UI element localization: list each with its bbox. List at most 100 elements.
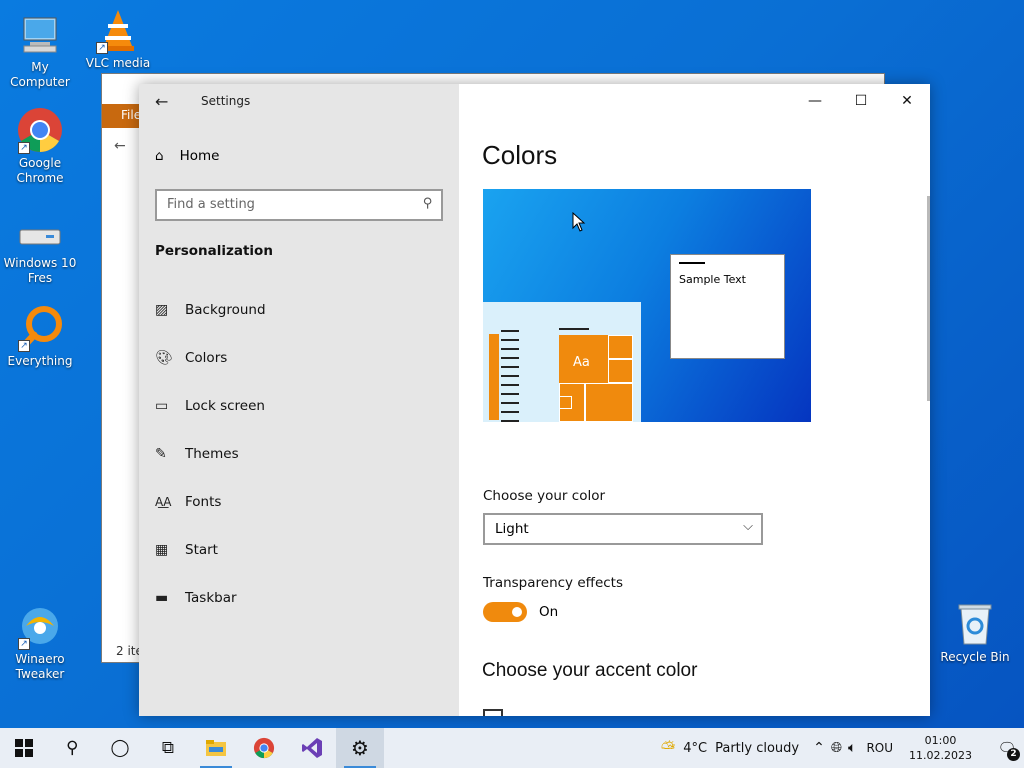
start-button[interactable]: [0, 728, 48, 768]
chrome-icon: [253, 737, 275, 759]
color-mode-select[interactable]: Light ⌵: [483, 513, 763, 545]
cortana-button[interactable]: ◯: [96, 728, 144, 768]
nav-item-colors[interactable]: 🎨︎ Colors: [155, 350, 227, 366]
app-title: Settings: [201, 94, 251, 108]
tray-icons: ⌃ 🌐︎ 🔈︎: [813, 740, 856, 756]
desktop-icon-chrome[interactable]: ↗ Google Chrome: [0, 106, 80, 186]
choose-color-label: Choose your color: [483, 488, 606, 504]
minimize-icon[interactable]: —: [792, 84, 838, 118]
search-placeholder: Find a setting: [167, 197, 255, 212]
theme-preview: Sample Text Aa: [483, 189, 811, 422]
preview-sample-window: Sample Text: [670, 254, 785, 359]
gear-icon: ⚙: [351, 736, 369, 760]
nav-item-background[interactable]: ▨ Background: [155, 302, 266, 318]
toggle-knob: [512, 607, 522, 617]
volume-icon[interactable]: 🔈︎: [848, 740, 856, 756]
nav-item-lock-screen[interactable]: ▭ Lock screen: [155, 398, 265, 414]
notification-count: 2: [1007, 748, 1020, 761]
desktop-icon-label: Winaero Tweaker: [15, 652, 65, 681]
taskbar-file-explorer[interactable]: [192, 728, 240, 768]
back-arrow-icon[interactable]: ←: [114, 138, 126, 154]
weather-text: Partly cloudy: [715, 740, 800, 756]
desktop-icon-everything[interactable]: ↗ Everything: [0, 304, 80, 369]
chevron-down-icon: ⌵: [743, 519, 753, 534]
shortcut-arrow-icon: ↗: [18, 142, 30, 154]
everything-icon: ↗: [16, 304, 64, 352]
accent-heading: Choose your accent color: [482, 660, 698, 681]
image-icon: ▨: [155, 302, 169, 318]
desktop-icon-label: Windows 10 Fres: [3, 256, 77, 285]
palette-icon: 🎨︎: [155, 350, 173, 366]
nav-item-fonts[interactable]: A͟A Fonts: [155, 494, 221, 510]
cortana-icon: ◯: [110, 738, 130, 758]
language-indicator[interactable]: ROU: [866, 741, 893, 755]
back-arrow-icon[interactable]: ←: [155, 92, 168, 111]
lock-screen-icon: ▭: [155, 398, 169, 414]
scrollbar[interactable]: [927, 196, 930, 401]
shortcut-arrow-icon: ↗: [18, 340, 30, 352]
nav-item-taskbar[interactable]: ▬ Taskbar: [155, 590, 237, 606]
network-icon[interactable]: 🌐︎: [831, 740, 842, 756]
nav-item-label: Themes: [185, 446, 239, 462]
notification-center-button[interactable]: 🗨︎ 2: [990, 739, 1024, 761]
taskbar-icon: ▬: [155, 590, 169, 606]
title-bar: ← Settings: [139, 84, 459, 118]
page-title: Colors: [482, 140, 558, 170]
desktop-icon-label: Everything: [7, 354, 73, 368]
nav-item-themes[interactable]: ✎ Themes: [155, 446, 239, 462]
desktop-icon-my-computer[interactable]: My Computer: [0, 10, 80, 90]
settings-window[interactable]: ← Settings ⌂ Home Find a setting ⚲ Perso…: [139, 84, 930, 716]
task-view-button[interactable]: ⧉: [144, 728, 192, 768]
task-view-icon: ⧉: [161, 738, 175, 758]
preview-tiles: Aa: [559, 335, 633, 422]
taskbar-chrome[interactable]: [240, 728, 288, 768]
chevron-up-icon[interactable]: ⌃: [813, 740, 825, 756]
recycle-bin-icon: [951, 600, 999, 648]
nav-item-label: Background: [185, 302, 266, 318]
desktop-icon-label: Google Chrome: [16, 156, 64, 185]
auto-accent-checkbox[interactable]: [483, 709, 503, 716]
clock-date: 11.02.2023: [909, 749, 972, 762]
maximize-icon[interactable]: ☐: [838, 84, 884, 118]
ribbon-file-tab[interactable]: File: [102, 104, 142, 128]
settings-content: — ☐ ✕ Colors Sample Text Aa Choose your …: [459, 84, 930, 716]
preview-tile-header: [559, 328, 589, 330]
desktop-icon-winaero[interactable]: ↗ Winaero Tweaker: [0, 602, 80, 682]
nav-item-label: Taskbar: [185, 590, 237, 606]
transparency-toggle[interactable]: [483, 602, 527, 622]
desktop-icon-windows10[interactable]: Windows 10 Fres: [0, 218, 80, 286]
clock[interactable]: 01:00 11.02.2023: [909, 733, 972, 763]
nav-item-start[interactable]: ▦ Start: [155, 542, 218, 558]
weather-cloud-icon: ⛅︎: [660, 737, 676, 759]
desktop-icon-label: Recycle Bin: [940, 650, 1010, 664]
nav-home[interactable]: ⌂ Home: [155, 148, 219, 164]
close-icon[interactable]: ✕: [884, 84, 930, 118]
color-mode-value: Light: [495, 521, 529, 537]
taskbar-settings[interactable]: ⚙: [336, 728, 384, 768]
drive-icon: [16, 218, 64, 254]
weather-widget[interactable]: ⛅︎ 4°C Partly cloudy: [661, 738, 799, 759]
shortcut-arrow-icon: ↗: [18, 638, 30, 650]
chrome-icon: ↗: [16, 106, 64, 154]
weather-temp: 4°C: [683, 740, 708, 756]
nav-home-label: Home: [179, 148, 220, 164]
search-button[interactable]: ⚲: [48, 728, 96, 768]
preview-tile-text: Aa: [573, 355, 590, 370]
folder-icon: [206, 740, 226, 756]
nav-item-label: Lock screen: [185, 398, 265, 414]
transparency-state: On: [539, 604, 559, 620]
search-input[interactable]: Find a setting ⚲: [155, 189, 443, 221]
taskbar-visual-studio[interactable]: [288, 728, 336, 768]
desktop-icon-vlc[interactable]: ↗ VLC media: [78, 6, 158, 71]
home-icon: ⌂: [155, 148, 164, 164]
themes-icon: ✎: [155, 446, 167, 462]
section-title: Personalization: [155, 243, 273, 259]
preview-start-panel: Aa: [483, 302, 641, 422]
computer-icon: [16, 10, 64, 58]
desktop-icon-label: My Computer: [10, 60, 70, 89]
taskbar: ⚲ ◯ ⧉ ⚙ ⛅︎ 4°C Partly cloudy ⌃ 🌐︎ 🔈︎ ROU…: [0, 728, 1024, 768]
windows-logo-icon: [15, 739, 33, 757]
nav-item-label: Start: [185, 542, 218, 558]
desktop-icon-recycle-bin[interactable]: Recycle Bin: [935, 600, 1015, 665]
winaero-icon: ↗: [16, 602, 64, 650]
